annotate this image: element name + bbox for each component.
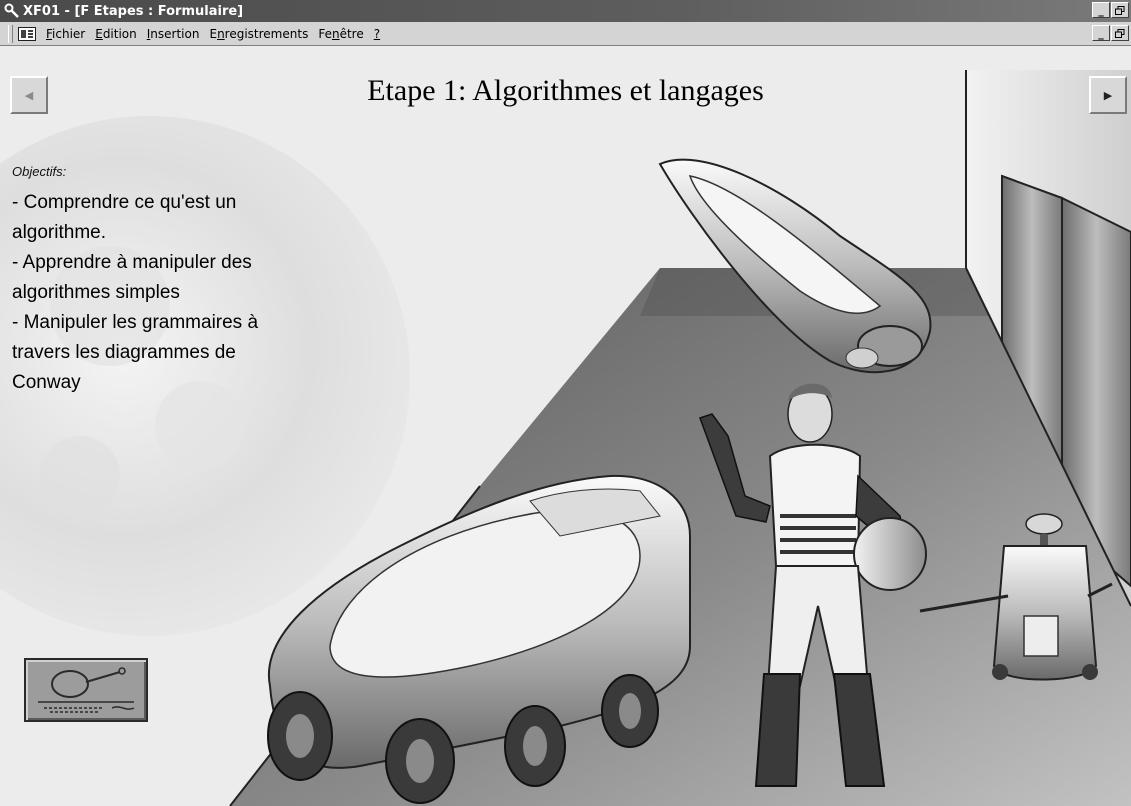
restore-icon [1115, 28, 1125, 38]
objectives-list: - Comprendre ce qu'est un algorithme. - … [12, 188, 322, 398]
form-content: ◀ ▶ Etape 1: Algorithmes et langages Obj… [0, 46, 1131, 806]
menu-bar: Fichier Edition Insertion Enregistrement… [0, 22, 1131, 46]
menubar-grip[interactable] [8, 24, 13, 43]
objective-line: algorithmes simples [12, 282, 180, 303]
minimize-button[interactable]: _ [1092, 2, 1110, 18]
menu-help[interactable]: ? [374, 27, 380, 41]
objective-line: - Comprendre ce qu'est un [12, 192, 237, 213]
restore-icon [1115, 5, 1125, 15]
menu-insertion[interactable]: Insertion [147, 27, 200, 41]
title-bar: XF01 - [F Etapes : Formulaire] _ [0, 0, 1131, 22]
page-title: Etape 1: Algorithmes et langages [367, 74, 764, 107]
objective-line: algorithme. [12, 222, 106, 243]
menu-edition[interactable]: Edition [95, 27, 137, 41]
form-document-icon[interactable] [18, 26, 36, 41]
menu-fenetre[interactable]: Fenêtre [318, 27, 363, 41]
menu-enregistrements[interactable]: Enregistrements [209, 27, 308, 41]
document-window-controls: _ [1092, 25, 1129, 41]
restore-button[interactable] [1111, 2, 1129, 18]
objective-line: - Manipuler les grammaires à [12, 312, 259, 333]
menu-fichier[interactable]: Fichier [46, 27, 85, 41]
objective-line: Conway [12, 372, 81, 393]
window-controls: _ [1092, 2, 1129, 18]
tool-button[interactable] [24, 658, 148, 722]
document-restore-button[interactable] [1111, 25, 1129, 41]
space-scene-illustration [0, 46, 1131, 806]
objective-line: travers les diagrammes de [12, 342, 236, 363]
objectives-heading: Objectifs: [12, 164, 67, 179]
document-minimize-button[interactable]: _ [1092, 25, 1110, 41]
app-wrench-icon [4, 3, 19, 18]
magnifier-blueprint-icon [38, 667, 135, 713]
objective-line: - Apprendre à manipuler des [12, 252, 252, 273]
window-title: XF01 - [F Etapes : Formulaire] [23, 3, 244, 19]
